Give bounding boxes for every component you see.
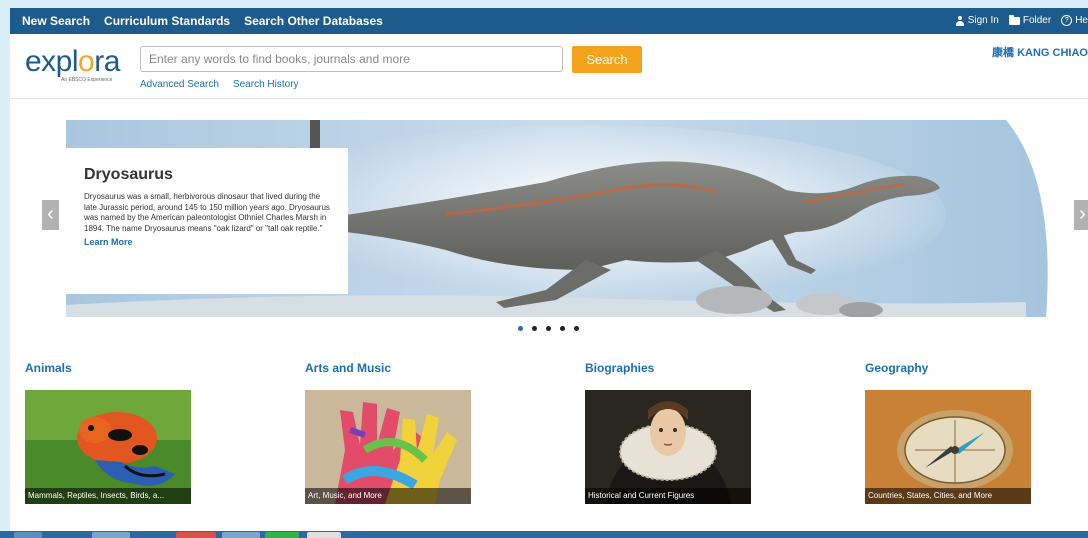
help-icon: ?	[1061, 15, 1073, 26]
portrait-image	[585, 390, 751, 504]
category-caption: Countries, States, Cities, and More	[865, 488, 1031, 504]
taskbar-app-button[interactable]	[176, 532, 216, 538]
search-history-link[interactable]: Search History	[233, 79, 299, 90]
curriculum-standards-link[interactable]: Curriculum Standards	[104, 14, 230, 28]
carousel-dot[interactable]	[546, 326, 551, 331]
sign-in-link[interactable]: Sign In	[955, 15, 999, 26]
category-geography: Geography Countries, States, Cities, and…	[865, 361, 1035, 504]
sign-in-label: Sign In	[967, 15, 999, 26]
category-caption: Mammals, Reptiles, Insects, Birds, a...	[25, 488, 191, 504]
painted-hands-image	[305, 390, 471, 504]
person-icon	[955, 15, 965, 26]
carousel-prev-button[interactable]: ‹	[42, 200, 59, 230]
start-button[interactable]	[14, 532, 42, 538]
browser-page: New Search Curriculum Standards Search O…	[10, 8, 1088, 531]
top-nav-links: New Search Curriculum Standards Search O…	[22, 14, 383, 28]
help-label: He	[1075, 15, 1088, 26]
slide-title: Dryosaurus	[84, 166, 173, 183]
search-header: explora An EBSCO Experience Search Advan…	[10, 34, 1088, 99]
top-nav-bar: New Search Curriculum Standards Search O…	[10, 8, 1088, 34]
carousel-dot[interactable]	[518, 326, 523, 331]
advanced-search-link[interactable]: Advanced Search	[140, 79, 219, 90]
featured-carousel: Dryosaurus Dryosaurus was a small, herbi…	[26, 120, 1088, 317]
category-arts-and-music: Arts and Music Art, Music, and More	[305, 361, 475, 504]
folder-icon	[1008, 14, 1020, 25]
search-button[interactable]: Search	[572, 46, 642, 73]
category-image[interactable]: Mammals, Reptiles, Insects, Birds, a...	[25, 390, 191, 504]
category-caption: Historical and Current Figures	[585, 488, 751, 504]
taskbar-app-button[interactable]	[265, 532, 299, 538]
help-link[interactable]: ? He	[1061, 15, 1088, 26]
carousel-dot[interactable]	[532, 326, 537, 331]
category-title[interactable]: Arts and Music	[305, 361, 475, 375]
taskbar-app-button[interactable]	[307, 532, 341, 538]
slide-caption: Dryosaurus Dryosaurus was a small, herbi…	[66, 148, 348, 294]
explora-logo[interactable]: explora An EBSCO Experience	[25, 47, 125, 87]
folder-link[interactable]: Folder	[1008, 14, 1052, 26]
os-taskbar	[0, 531, 1088, 538]
category-caption: Art, Music, and More	[305, 488, 471, 504]
category-image[interactable]: Countries, States, Cities, and More	[865, 390, 1031, 504]
category-animals: Animals Mammals, Reptiles, Insects, Bird…	[25, 361, 195, 504]
top-nav-tools: Sign In Folder ? He	[955, 14, 1088, 26]
search-input[interactable]	[140, 46, 563, 72]
learn-more-link[interactable]: Learn More	[84, 237, 334, 247]
frog-image	[25, 390, 191, 504]
carousel-dot[interactable]	[560, 326, 565, 331]
compass-image	[865, 390, 1031, 504]
category-image[interactable]: Art, Music, and More	[305, 390, 471, 504]
carousel-dot[interactable]	[574, 326, 579, 331]
taskbar-app-button[interactable]	[92, 532, 130, 538]
institution-name: 康橋 KANG CHIAO	[992, 47, 1088, 59]
new-search-link[interactable]: New Search	[22, 14, 90, 28]
folder-label: Folder	[1022, 15, 1052, 26]
carousel-next-button[interactable]: ›	[1074, 200, 1088, 230]
category-biographies: Biographies Historical and Current Figur…	[585, 361, 755, 504]
search-other-databases-link[interactable]: Search Other Databases	[244, 14, 383, 28]
search-sublinks: Advanced Search Search History	[140, 79, 299, 90]
category-image[interactable]: Historical and Current Figures	[585, 390, 751, 504]
logo-wordmark: explora	[25, 45, 120, 78]
category-title[interactable]: Biographies	[585, 361, 755, 375]
taskbar-app-button[interactable]	[222, 532, 260, 538]
category-title[interactable]: Animals	[25, 361, 195, 375]
category-title[interactable]: Geography	[865, 361, 1035, 375]
slide-description: Dryosaurus was a small, herbivorous dino…	[84, 192, 330, 233]
carousel-indicators	[518, 326, 579, 331]
